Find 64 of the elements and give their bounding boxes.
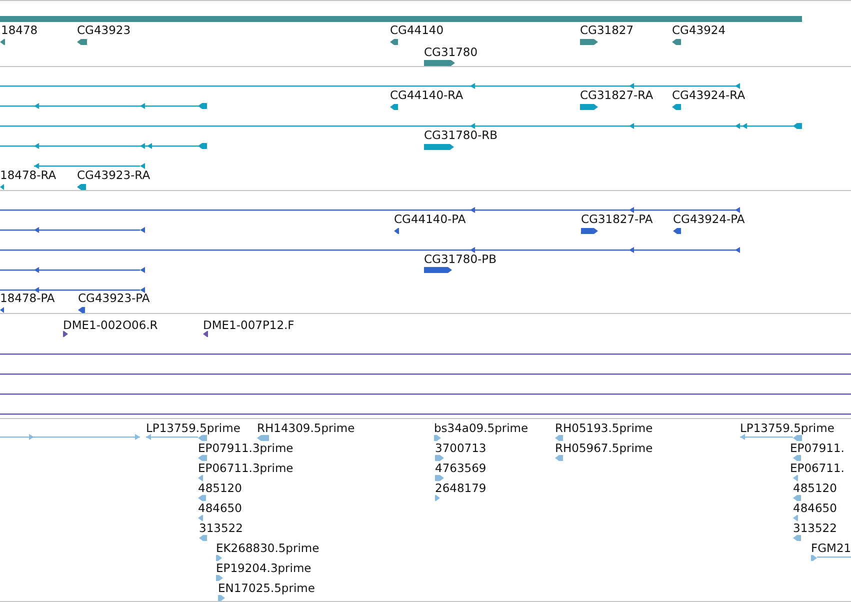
feature-label[interactable]: CG31827-RA [580,88,654,102]
feature-label[interactable]: CG31827 [580,23,634,37]
feature-label[interactable]: CG44140 [390,23,444,37]
feature-label[interactable]: 484650 [198,501,242,515]
feature-label[interactable]: DME1-007P12.F [203,318,294,332]
feature-label[interactable]: CG43924-RA [672,88,746,102]
feature-label[interactable]: CG44140-PA [394,212,466,226]
forward-feature-arrow-icon[interactable] [581,228,598,234]
feature-label[interactable]: 313522 [199,521,243,535]
feature-label[interactable]: 485120 [198,481,242,495]
feature-label[interactable]: EP06711.3prime [198,461,294,475]
feature-label[interactable]: 484650 [793,501,837,515]
feature-label[interactable]: EP07911.3prime [198,441,294,455]
reverse-feature-arrow-icon[interactable] [673,228,681,234]
feature-label[interactable]: FGM21 [811,541,851,555]
reverse-feature-arrow-icon[interactable] [672,39,681,45]
feature-label[interactable]: 4763569 [435,461,486,475]
forward-feature-arrow-icon[interactable] [424,144,454,150]
feature-label[interactable]: CG31780-RB [424,128,498,142]
reverse-feature-arrow-icon[interactable] [78,307,85,313]
feature-label[interactable]: CG43924-PA [673,212,745,226]
reverse-feature-arrow-icon[interactable] [672,104,681,110]
forward-feature-arrow-icon[interactable] [580,39,598,45]
feature-label[interactable]: 18478 [1,23,38,37]
feature-label[interactable]: EP06711. [790,461,844,475]
transcript-line-drawing [817,556,851,558]
feature-label[interactable]: EN17025.5prime [218,581,315,595]
feature-label[interactable]: CG31780 [424,45,478,59]
reverse-feature-arrow-icon[interactable] [0,39,5,45]
feature-label[interactable]: EP07911. [790,441,844,455]
reverse-feature-arrow-icon[interactable] [77,184,86,190]
feature-label[interactable]: 313522 [793,521,837,535]
feature-label[interactable]: CG31780-PB [424,252,496,266]
feature-label[interactable]: EP19204.3prime [216,561,312,575]
reverse-feature-arrow-icon[interactable] [0,307,4,313]
forward-feature-arrow-icon[interactable] [424,60,455,66]
reverse-feature-arrow-icon[interactable] [394,228,399,234]
reverse-feature-arrow-icon[interactable] [203,331,208,337]
feature-label[interactable]: CG44140-RA [390,88,464,102]
feature-label[interactable]: LP13759.5prime [740,421,834,435]
feature-label[interactable]: CG43923-RA [77,168,150,182]
feature-label[interactable]: CG31827-PA [581,212,653,226]
feature-label[interactable]: 18478-PA [0,291,55,305]
feature-label[interactable]: CG43923 [77,23,131,37]
reverse-feature-arrow-icon[interactable] [0,184,4,190]
feature-label[interactable]: DME1-002O06.R [63,318,158,332]
feature-label[interactable]: CG43923-PA [78,291,150,305]
feature-label[interactable]: bs34a09.5prime [434,421,528,435]
forward-feature-arrow-icon[interactable] [63,331,68,337]
forward-feature-arrow-icon[interactable] [424,267,452,273]
reverse-feature-arrow-icon[interactable] [77,39,87,45]
feature-label[interactable]: LP13759.5prime [146,421,240,435]
feature-label[interactable]: RH14309.5prime [257,421,355,435]
feature-label[interactable]: RH05193.5prime [555,421,653,435]
feature-label[interactable]: 485120 [793,481,837,495]
feature-label[interactable]: 2648179 [435,481,486,495]
forward-feature-arrow-icon[interactable] [580,104,598,110]
feature-label[interactable]: 18478-RA [0,168,56,182]
reverse-feature-arrow-icon[interactable] [390,104,398,110]
reverse-feature-arrow-icon[interactable] [390,39,398,45]
feature-label[interactable]: EK268830.5prime [216,541,320,555]
feature-label[interactable]: 3700713 [435,441,486,455]
feature-label[interactable]: RH05967.5prime [555,441,653,455]
feature-label[interactable]: CG43924 [672,23,726,37]
